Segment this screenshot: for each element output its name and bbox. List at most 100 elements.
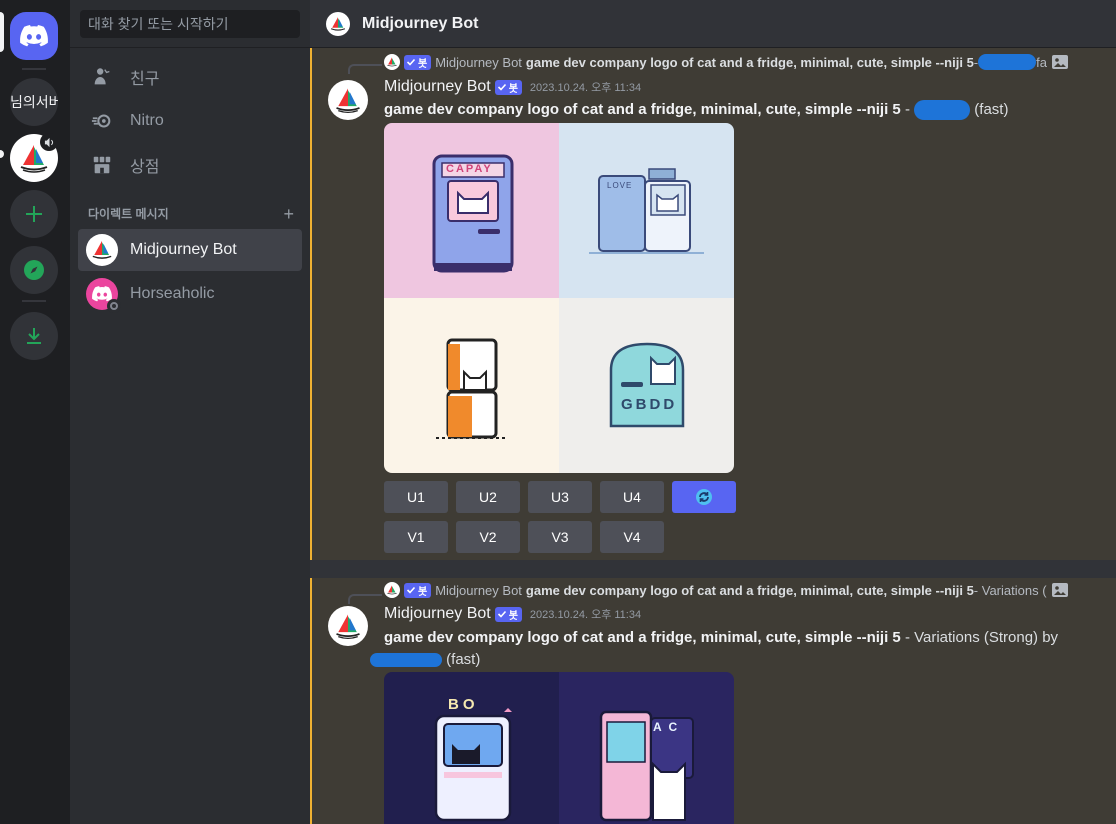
dm-name: Midjourney Bot xyxy=(130,241,237,258)
variation-button-3[interactable]: V3 xyxy=(528,521,592,553)
unread-indicator xyxy=(0,150,4,158)
sailboat-icon xyxy=(330,16,346,31)
server-rail: 님의서버 xyxy=(0,0,70,824)
message-header: Midjourney Bot 봇 2023.10.24. 오후 11:34 xyxy=(384,78,641,96)
message-content: game dev company logo of cat and a fridg… xyxy=(370,627,1074,671)
add-server-button[interactable] xyxy=(10,190,58,238)
upscale-button-3[interactable]: U3 xyxy=(528,481,592,513)
discord-logo-icon xyxy=(20,25,48,47)
grid-image-4[interactable]: GBDD xyxy=(559,298,734,473)
author-name[interactable]: Midjourney Bot xyxy=(384,605,491,623)
fridge-cat-illustration xyxy=(589,168,704,254)
fridge-cat-illustration xyxy=(434,708,512,822)
reply-preview[interactable]: 봇 Midjourney Bot game dev company logo o… xyxy=(384,52,1114,72)
grid-image-text: A C xyxy=(653,720,680,734)
nav-nitro[interactable]: Nitro xyxy=(78,100,302,142)
redacted-mark xyxy=(978,54,1037,70)
discord-app: 님의서버 대화 찾기 또는 시작하기 친구 Nitro 상점 다이렉트 메시지 … xyxy=(0,0,1116,824)
image-grid[interactable]: BO A C xyxy=(384,672,734,824)
timestamp: 2023.10.24. 오후 11:34 xyxy=(529,82,642,94)
dm-header-label: 다이렉트 메시지 xyxy=(88,207,169,221)
message-gap xyxy=(310,560,1116,578)
fridge-cat-illustration xyxy=(436,338,508,439)
reply-preview[interactable]: 봇 Midjourney Bot game dev company logo o… xyxy=(384,580,1114,600)
compass-icon xyxy=(24,260,44,280)
author-name[interactable]: Midjourney Bot xyxy=(384,78,491,96)
upscale-button-4[interactable]: U4 xyxy=(600,481,664,513)
dm-sidebar: 대화 찾기 또는 시작하기 친구 Nitro 상점 다이렉트 메시지 + Mid… xyxy=(70,0,310,824)
channel-avatar xyxy=(326,11,350,36)
variation-button-2[interactable]: V2 xyxy=(456,521,520,553)
chat-area: Midjourney Bot 봇 Midjourney Bot game dev… xyxy=(310,0,1116,824)
upscale-button-1[interactable]: U1 xyxy=(384,481,448,513)
sailboat-icon xyxy=(336,88,360,114)
nitro-icon xyxy=(90,109,114,133)
upscale-button-2[interactable]: U2 xyxy=(456,481,520,513)
create-dm-button[interactable]: + xyxy=(283,205,294,223)
image-icon xyxy=(1051,583,1068,597)
dm-midjourney-bot[interactable]: Midjourney Bot xyxy=(78,229,302,271)
bot-badge: 봇 xyxy=(404,582,432,598)
grid-image-text: BO xyxy=(448,696,479,713)
grid-image-2[interactable]: LOVE xyxy=(559,123,734,298)
check-icon xyxy=(497,610,506,618)
grid-image-text: LOVE xyxy=(607,181,633,190)
rail-separator xyxy=(22,300,46,302)
check-icon xyxy=(406,58,416,66)
speed-label: (fast) xyxy=(970,100,1009,118)
bot-badge-label: 봇 xyxy=(508,610,518,622)
friends-icon xyxy=(90,65,114,89)
offline-status-icon xyxy=(107,299,121,313)
message-header: Midjourney Bot 봇 2023.10.24. 오후 11:34 xyxy=(384,605,641,623)
redacted-mark xyxy=(914,100,971,120)
nav-friends[interactable]: 친구 xyxy=(78,56,302,98)
author-avatar[interactable] xyxy=(328,80,368,120)
grid-image-text: GBDD xyxy=(621,396,678,413)
dm-name: Horseaholic xyxy=(130,285,215,302)
nav-label: 친구 xyxy=(130,71,160,88)
server-icon-text[interactable]: 님의서버 xyxy=(10,78,58,126)
image-grid[interactable]: CAPAY LOVE GBDD xyxy=(384,123,734,473)
channel-title: Midjourney Bot xyxy=(362,14,479,32)
shop-icon xyxy=(90,153,114,177)
nav-shop[interactable]: 상점 xyxy=(78,144,302,186)
search-input[interactable]: 대화 찾기 또는 시작하기 xyxy=(80,10,300,38)
dm-horseaholic[interactable]: Horseaholic xyxy=(78,273,302,315)
message-content: game dev company logo of cat and a fridg… xyxy=(384,100,1074,120)
nav-label: 상점 xyxy=(130,159,160,176)
explore-servers-button[interactable] xyxy=(10,246,58,294)
reply-spine xyxy=(348,594,382,604)
grid-image-3[interactable] xyxy=(384,298,559,473)
fridge-cat-illustration xyxy=(609,342,685,428)
grid-image-2[interactable]: A C xyxy=(559,672,734,824)
timestamp: 2023.10.24. 오후 11:34 xyxy=(529,609,642,621)
redacted-mark xyxy=(370,653,442,668)
download-icon xyxy=(27,328,41,344)
variation-button-4[interactable]: V4 xyxy=(600,521,664,553)
sailboat-icon xyxy=(92,240,112,259)
image-icon xyxy=(1051,55,1068,69)
sailboat-icon xyxy=(336,614,360,640)
bot-badge-label: 봇 xyxy=(508,83,518,95)
reply-avatar xyxy=(384,54,400,70)
check-icon xyxy=(497,83,506,91)
grid-image-1[interactable]: BO xyxy=(384,672,559,824)
variation-button-1[interactable]: V1 xyxy=(384,521,448,553)
reply-suffix-2: fa xyxy=(1036,54,1047,70)
server-name: 님의서버 xyxy=(10,94,58,110)
reply-text: game dev company logo of cat and a fridg… xyxy=(525,582,974,598)
avatar xyxy=(86,278,121,313)
grid-image-1[interactable]: CAPAY xyxy=(384,123,559,298)
bot-badge: 봇 xyxy=(494,79,522,95)
download-apps-button[interactable] xyxy=(10,312,58,360)
home-button[interactable] xyxy=(10,12,58,60)
reroll-button[interactable] xyxy=(672,481,736,513)
direct-messages-header: 다이렉트 메시지 + xyxy=(88,205,294,223)
bot-badge: 봇 xyxy=(494,606,522,622)
reply-suffix: - Variations ( xyxy=(973,582,1047,598)
nav-label: Nitro xyxy=(130,112,164,129)
author-avatar[interactable] xyxy=(328,606,368,646)
speaker-icon xyxy=(40,133,58,151)
speed-label: (fast) xyxy=(442,651,481,668)
bot-badge-label: 봇 xyxy=(418,586,428,598)
